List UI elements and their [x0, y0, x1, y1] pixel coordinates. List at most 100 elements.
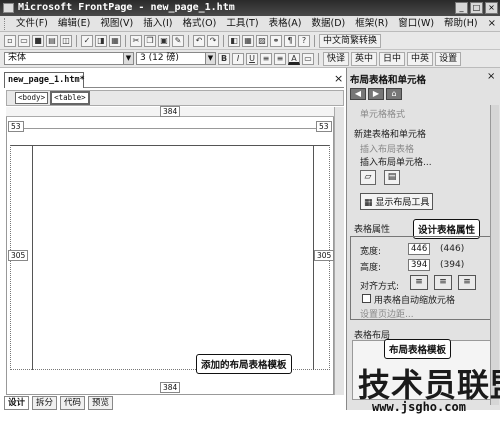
underline-icon[interactable]: U: [246, 52, 258, 65]
spelling-icon[interactable]: ✓: [81, 34, 93, 47]
right-margin-value: 53: [316, 121, 332, 132]
window-controls: _ □ ×: [455, 2, 498, 14]
menu-insert[interactable]: 插入(I): [138, 16, 177, 32]
maximize-button[interactable]: □: [470, 2, 483, 14]
new-page-icon[interactable]: ▫: [4, 34, 16, 47]
draw-table-icon[interactable]: ▱: [360, 170, 376, 185]
formatting-toolbar: 宋体 ▼ 3 (12 磅) ▼ B I U ≡ ≡ A ▭ 快译 英中 日中 中…: [0, 50, 500, 68]
new-section-heading: 新建表格和单元格: [354, 130, 427, 140]
left-height-label[interactable]: 305: [8, 250, 29, 261]
menu-edit[interactable]: 编辑(E): [53, 16, 95, 32]
border-icon[interactable]: ▭: [302, 52, 314, 65]
back-icon[interactable]: ◀: [350, 88, 366, 100]
menu-help[interactable]: 帮助(H): [439, 16, 483, 32]
window-titlebar: Microsoft FrontPage - new_page_1.htm: [0, 0, 500, 16]
show-layout-tool-label: 显示布局工具: [375, 198, 430, 208]
menu-close-icon[interactable]: ×: [488, 18, 496, 29]
menu-table[interactable]: 表格(A): [264, 16, 307, 32]
width-label: 宽度:: [360, 247, 382, 257]
help-icon[interactable]: ?: [298, 34, 310, 47]
align-right-icon[interactable]: ≡: [458, 275, 476, 290]
home-icon[interactable]: ⌂: [386, 88, 402, 100]
zh-en-button[interactable]: 中英: [407, 51, 434, 66]
menu-view[interactable]: 视图(V): [95, 16, 138, 32]
preview-icon[interactable]: ◫: [60, 34, 72, 47]
menu-window[interactable]: 窗口(W): [393, 16, 439, 32]
italic-icon[interactable]: I: [232, 52, 244, 65]
tag-body[interactable]: <body>: [15, 92, 49, 104]
left-height-value: 305: [8, 250, 29, 261]
menu-file[interactable]: 文件(F): [11, 16, 53, 32]
undo-icon[interactable]: ↶: [193, 34, 205, 47]
menu-frames[interactable]: 框架(R): [350, 16, 393, 32]
standard-toolbar: ▫ ▭ ■ ▤ ◫ ✓ ◨ ▦ ✂ ❐ ▣ ✎ ↶ ↷ ◧ ▦ ▨ ⚭ ¶ ? …: [0, 32, 500, 50]
paste-icon[interactable]: ▣: [158, 34, 170, 47]
toolbar-separator: [318, 52, 319, 65]
font-size-select[interactable]: 3 (12 磅) ▼: [136, 52, 216, 65]
tab-code[interactable]: 代码: [60, 396, 86, 410]
menu-grip[interactable]: [4, 17, 7, 30]
menu-data[interactable]: 数据(D): [306, 16, 350, 32]
insert-layout-table-link[interactable]: 插入布局表格: [360, 142, 414, 155]
bold-icon[interactable]: B: [218, 52, 230, 65]
insert-layout-cell-link[interactable]: 插入布局单元格...: [360, 155, 432, 168]
publish-icon[interactable]: ◨: [95, 34, 107, 47]
open-icon[interactable]: ▭: [18, 34, 30, 47]
tab-design[interactable]: 设计: [4, 396, 30, 410]
close-document-icon[interactable]: ×: [334, 72, 343, 86]
format-painter-icon[interactable]: ✎: [172, 34, 184, 47]
auto-scale-checkbox[interactable]: [362, 294, 371, 303]
height-input[interactable]: 394: [408, 259, 430, 271]
picture-icon[interactable]: ▨: [256, 34, 268, 47]
align-left-icon[interactable]: ≡: [410, 275, 428, 290]
web-component-icon[interactable]: ◧: [228, 34, 240, 47]
translate-button[interactable]: 中文简繁转换: [319, 33, 382, 48]
cell-formatting-link[interactable]: 单元格格式: [360, 107, 405, 120]
font-name-select[interactable]: 宋体 ▼: [4, 52, 134, 65]
grid-icon: ▦: [364, 198, 376, 208]
right-height-label[interactable]: 305: [314, 250, 335, 261]
table-width-label-top[interactable]: 384: [160, 106, 181, 117]
copy-icon[interactable]: ❐: [144, 34, 156, 47]
quick-translate-button[interactable]: 快译: [323, 51, 350, 66]
tag-table[interactable]: <table>: [50, 91, 90, 105]
table-width-label-bottom[interactable]: 384: [160, 382, 181, 393]
draw-cell-icon[interactable]: ▤: [384, 170, 400, 185]
set-page-margin-link[interactable]: 设置页边距...: [360, 307, 414, 320]
left-margin-label[interactable]: 53: [8, 121, 24, 132]
tab-preview[interactable]: 预览: [88, 396, 114, 410]
menu-format[interactable]: 格式(O): [177, 16, 221, 32]
forward-icon[interactable]: ▶: [368, 88, 384, 100]
width-input[interactable]: 446: [408, 243, 430, 255]
table-icon[interactable]: ▦: [242, 34, 254, 47]
cut-icon[interactable]: ✂: [130, 34, 142, 47]
align-center-icon[interactable]: ≡: [434, 275, 452, 290]
jp-zh-button[interactable]: 日中: [379, 51, 406, 66]
task-pane-nav: ◀ ▶ ⌂: [350, 88, 410, 100]
vertical-scrollbar[interactable]: [334, 107, 344, 395]
layout-cell[interactable]: [32, 145, 314, 370]
alignment-label: 对齐方式:: [360, 282, 400, 292]
show-all-icon[interactable]: ¶: [284, 34, 296, 47]
right-height-value: 305: [314, 250, 335, 261]
menu-tools[interactable]: 工具(T): [221, 16, 263, 32]
close-button[interactable]: ×: [485, 2, 498, 14]
settings-button[interactable]: 设置: [435, 51, 462, 66]
tab-new-page[interactable]: new_page_1.htm*: [4, 72, 85, 88]
save-icon[interactable]: ■: [32, 34, 44, 47]
redo-icon[interactable]: ↷: [207, 34, 219, 47]
show-layout-tool-button[interactable]: ▦ 显示布局工具: [360, 193, 434, 210]
font-color-icon[interactable]: A: [288, 52, 300, 65]
width-actual: (446): [440, 244, 465, 254]
document-tab-bar: new_page_1.htm* ×: [4, 72, 344, 88]
insert-icon[interactable]: ▦: [109, 34, 121, 47]
minimize-button[interactable]: _: [455, 2, 468, 14]
close-pane-icon[interactable]: ×: [487, 71, 495, 82]
tab-split[interactable]: 拆分: [32, 396, 58, 410]
print-icon[interactable]: ▤: [46, 34, 58, 47]
hyperlink-icon[interactable]: ⚭: [270, 34, 282, 47]
en-zh-button[interactable]: 英中: [351, 51, 378, 66]
right-margin-label[interactable]: 53: [316, 121, 332, 132]
align-left-icon[interactable]: ≡: [260, 52, 272, 65]
align-center-icon[interactable]: ≡: [274, 52, 286, 65]
